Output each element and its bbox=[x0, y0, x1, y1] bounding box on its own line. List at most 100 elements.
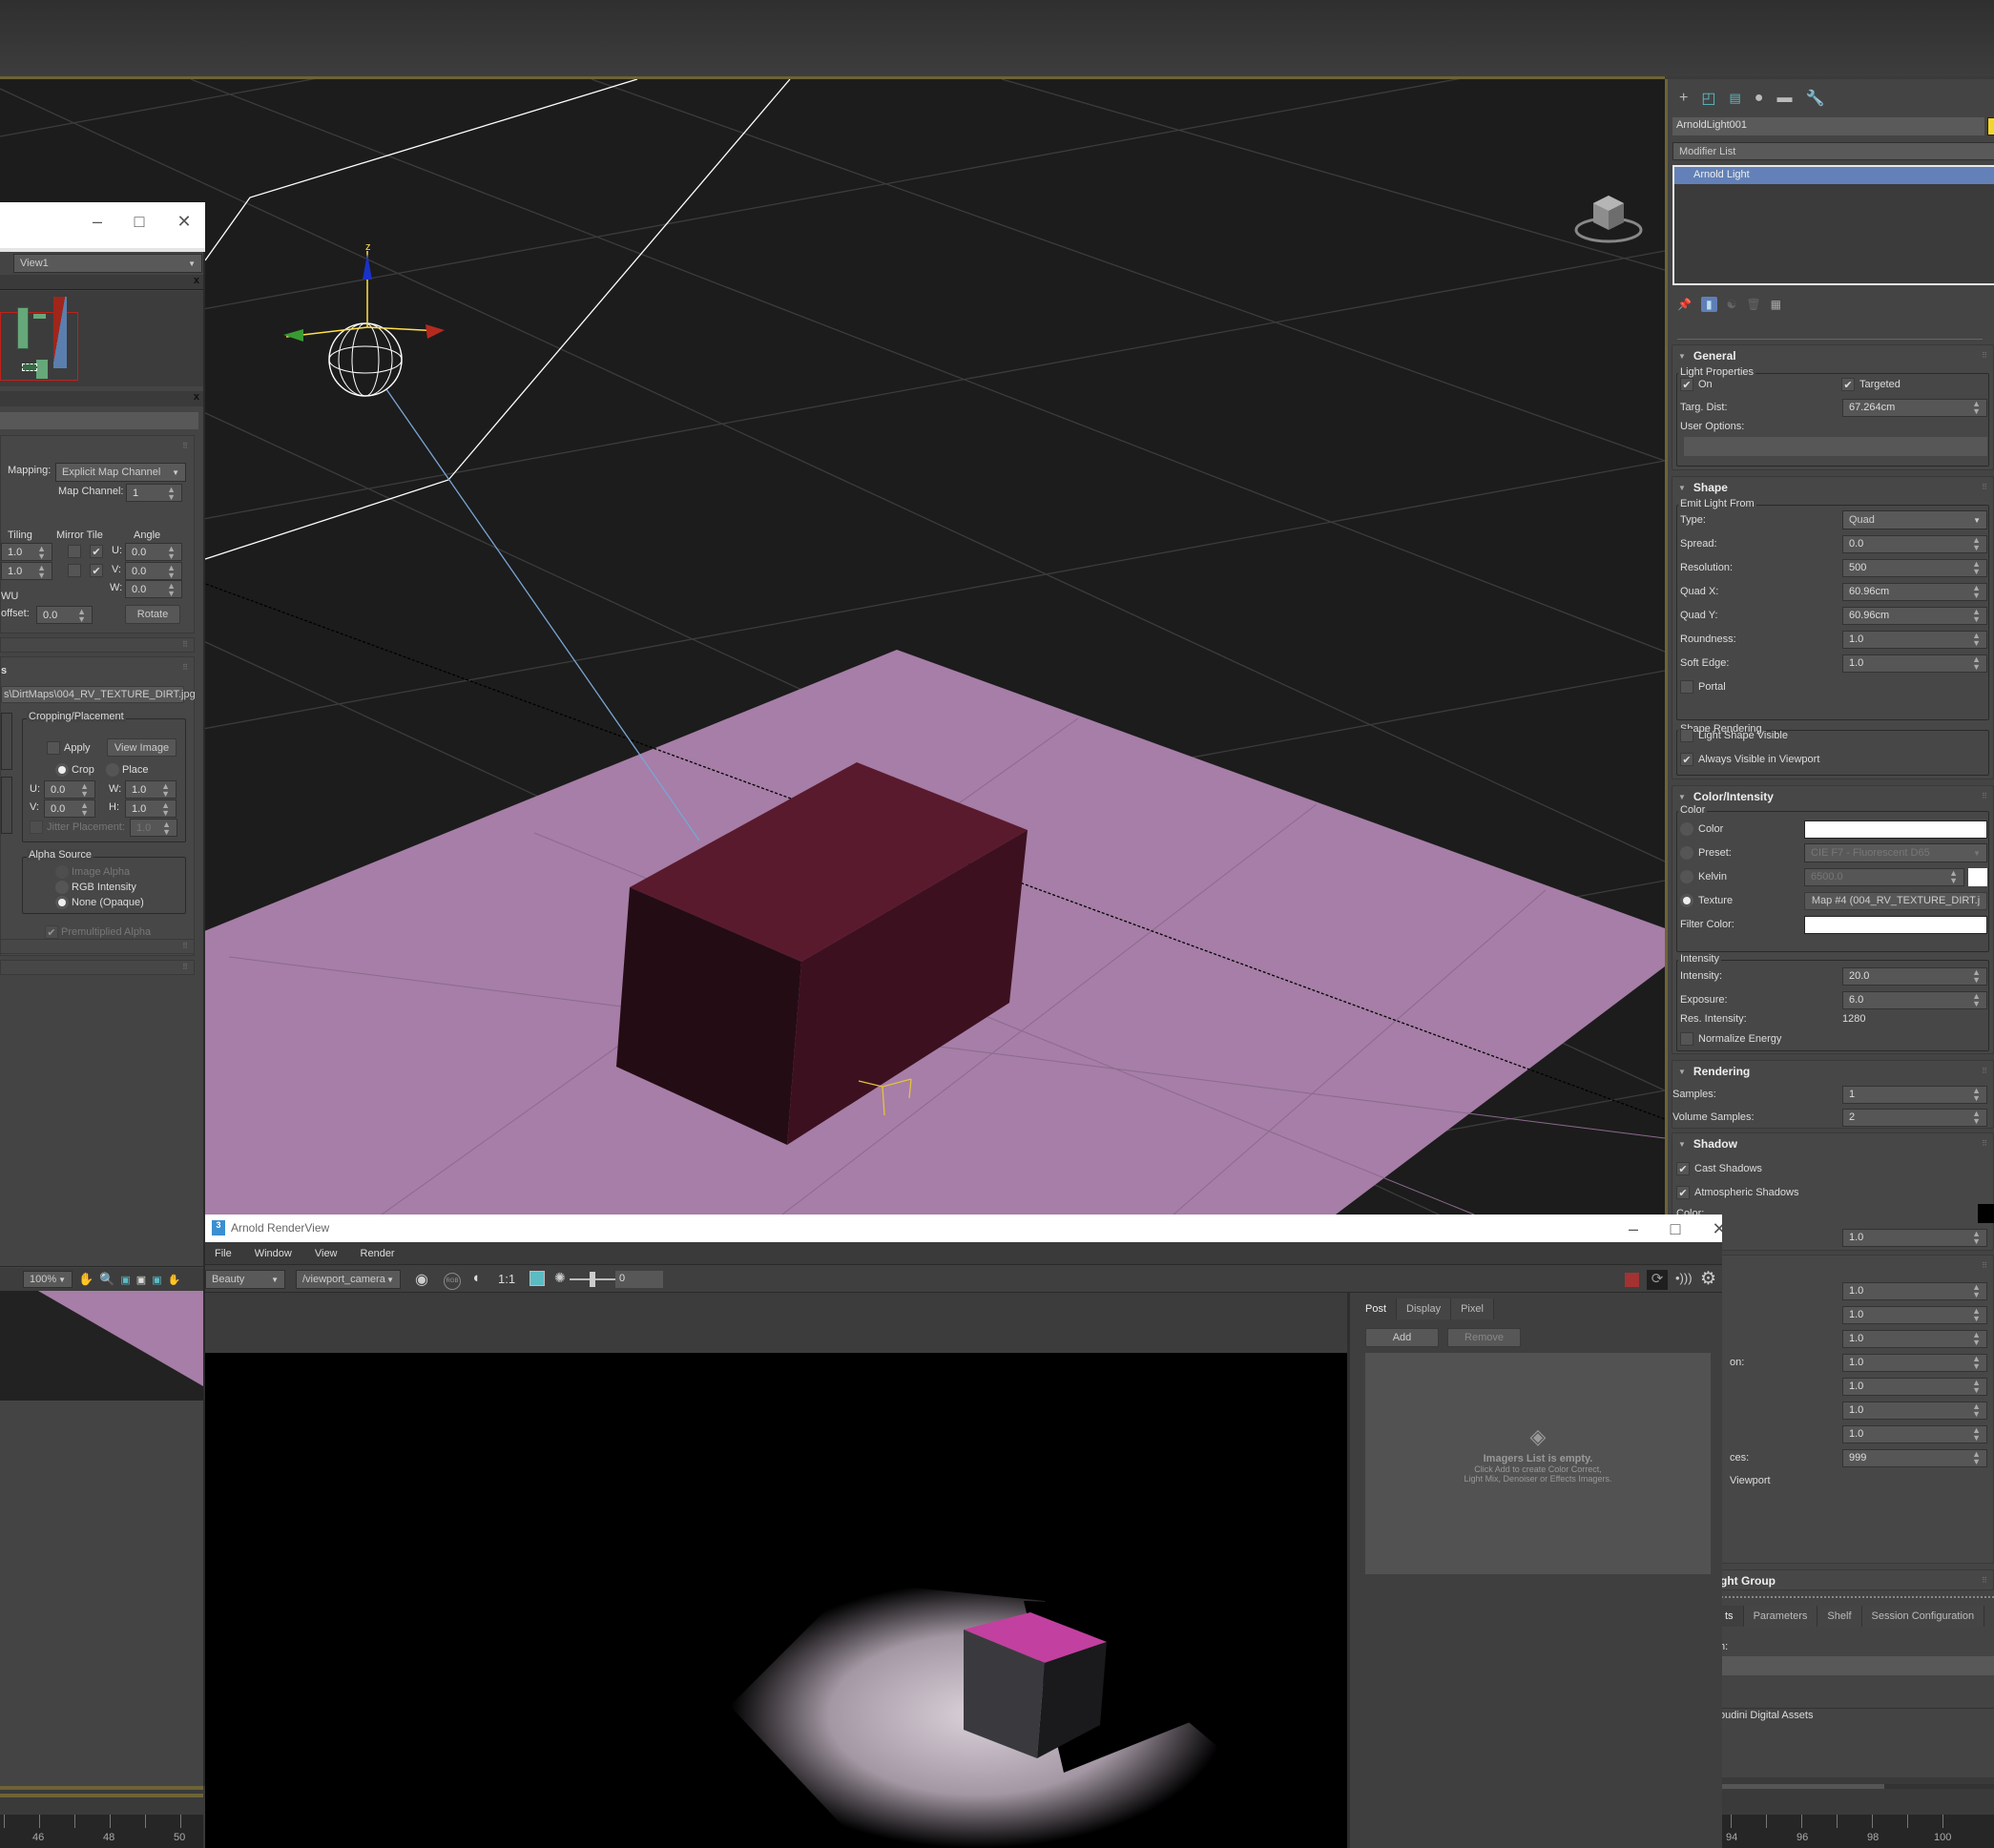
premultiplied-checkbox[interactable]: ✔ bbox=[45, 925, 58, 939]
color-radio[interactable] bbox=[1680, 822, 1693, 836]
add-imager-button[interactable]: Add bbox=[1365, 1328, 1439, 1347]
hierarchy-tab-icon[interactable]: ▤ bbox=[1729, 91, 1740, 106]
crop-v-spinner[interactable]: 0.0 ▲ ▼ bbox=[44, 799, 95, 818]
settings-gear-icon[interactable]: ⚙ bbox=[1700, 1268, 1716, 1290]
contribution-spinner-7[interactable]: 1.0 ▲ ▼ bbox=[1842, 1424, 1987, 1443]
mirror-u-checkbox[interactable] bbox=[68, 545, 81, 558]
menu-file[interactable]: File bbox=[205, 1248, 245, 1259]
resolution-spinner[interactable]: 500 ▲ ▼ bbox=[1842, 558, 1987, 577]
time-rollout[interactable]: ⠿ bbox=[0, 939, 195, 954]
shape-header[interactable]: ▼ Shape bbox=[1672, 477, 1993, 498]
create-tab-icon[interactable]: + bbox=[1679, 90, 1688, 107]
output-rollout[interactable]: ⠿ bbox=[0, 960, 195, 975]
portal-checkbox[interactable] bbox=[1680, 680, 1693, 694]
targeted-checkbox[interactable]: ✔ bbox=[1841, 378, 1855, 391]
roundness-spinner[interactable]: 1.0 ▲ ▼ bbox=[1842, 630, 1987, 649]
angle-v-spinner[interactable]: 0.0 ▲ ▼ bbox=[125, 562, 182, 580]
make-unique-icon[interactable]: ☯ bbox=[1727, 298, 1737, 311]
general-header[interactable]: ▼ General bbox=[1672, 345, 1993, 366]
minimize-button[interactable]: – bbox=[78, 202, 116, 240]
perspective-viewport[interactable]: z bbox=[0, 79, 1665, 1215]
pan-to-selected-icon[interactable]: ✋ bbox=[168, 1274, 181, 1286]
render-image[interactable] bbox=[205, 1353, 1347, 1848]
zoom-region-icon[interactable]: ▣ bbox=[120, 1274, 130, 1286]
utilities-tab-icon[interactable]: 🔧 bbox=[1805, 89, 1824, 108]
contribution-spinner-1[interactable]: 1.0 ▲ ▼ bbox=[1842, 1281, 1987, 1300]
motion-tab-icon[interactable]: ● bbox=[1755, 90, 1764, 107]
timeline-scrollbar[interactable] bbox=[1722, 1784, 1994, 1789]
view-dropdown[interactable]: View1 ▼ bbox=[13, 254, 202, 273]
tile-v-checkbox[interactable]: ✔ bbox=[90, 564, 103, 577]
contribution-spinner-6[interactable]: 1.0 ▲ ▼ bbox=[1842, 1401, 1987, 1420]
menu-view[interactable]: View bbox=[305, 1248, 351, 1259]
pan-icon[interactable]: ✋ bbox=[78, 1272, 93, 1287]
preset-radio[interactable] bbox=[1680, 846, 1693, 860]
stop-render-button[interactable] bbox=[1625, 1273, 1639, 1287]
rendering-header[interactable]: ▼ Rendering bbox=[1672, 1061, 1993, 1082]
color-swatch[interactable] bbox=[1804, 820, 1987, 839]
view-image-button[interactable]: View Image bbox=[107, 738, 177, 757]
remove-imager-button[interactable]: Remove bbox=[1447, 1328, 1521, 1347]
viewcube[interactable] bbox=[1572, 184, 1645, 247]
type-dropdown[interactable]: Quad ▼ bbox=[1842, 510, 1987, 529]
navigator-view[interactable] bbox=[0, 291, 203, 386]
tab-display[interactable]: Display bbox=[1397, 1298, 1452, 1319]
modify-tab-icon[interactable]: ◰ bbox=[1701, 89, 1715, 108]
filter-color-swatch[interactable] bbox=[1804, 915, 1987, 934]
texture-radio[interactable] bbox=[1680, 894, 1693, 907]
close-button[interactable]: ✕ bbox=[165, 202, 203, 240]
targ-dist-spinner[interactable]: 67.264cm ▲ ▼ bbox=[1842, 398, 1987, 417]
exposure-value-field[interactable]: 0 bbox=[615, 1271, 663, 1288]
timeline-left[interactable]: 46 48 50 bbox=[0, 1815, 203, 1848]
place-radio[interactable] bbox=[106, 763, 119, 777]
kelvin-swatch[interactable] bbox=[1968, 867, 1987, 886]
tab-parameters[interactable]: Parameters bbox=[1743, 1606, 1818, 1627]
mapping-dropdown[interactable]: Explicit Map Channel ▼ bbox=[55, 463, 186, 482]
texture-map-button[interactable]: Map #4 (004_RV_TEXTURE_DIRT.j bbox=[1804, 891, 1987, 910]
transform-gizmo[interactable]: z bbox=[283, 241, 445, 342]
tiling-u-spinner[interactable]: 1.0 ▲ ▼ bbox=[1, 543, 52, 561]
name-field[interactable] bbox=[0, 412, 198, 429]
apply-crop-checkbox[interactable] bbox=[47, 741, 60, 755]
zoom-extents-icon[interactable]: ▣ bbox=[136, 1274, 146, 1286]
shadow-density-spinner[interactable]: 1.0 ▲ ▼ bbox=[1842, 1228, 1987, 1247]
preset-dropdown[interactable]: CIE F7 - Fluorescent D65 ▼ bbox=[1804, 843, 1987, 862]
exposure-spinner[interactable]: 6.0 ▲ ▼ bbox=[1842, 990, 1987, 1009]
quad-x-spinner[interactable]: 60.96cm ▲ ▼ bbox=[1842, 582, 1987, 601]
crop-w-spinner[interactable]: 1.0 ▲ ▼ bbox=[125, 780, 177, 799]
slate-view-area[interactable] bbox=[0, 1291, 203, 1401]
camera-dropdown[interactable]: /viewport_camera ▼ bbox=[296, 1270, 401, 1289]
remove-modifier-icon[interactable]: 🗑 bbox=[1746, 298, 1760, 311]
panel-close[interactable]: x bbox=[0, 391, 203, 406]
zoom-extents-selected-icon[interactable]: ▣ bbox=[152, 1274, 161, 1286]
ratio-button[interactable]: 1:1 bbox=[498, 1272, 515, 1286]
show-end-result-icon[interactable]: ▮ bbox=[1700, 297, 1717, 312]
crop-region-icon[interactable] bbox=[530, 1271, 545, 1286]
menu-window[interactable]: Window bbox=[245, 1248, 305, 1259]
timeline-right[interactable]: 94 96 98 100 bbox=[1722, 1815, 1994, 1848]
kelvin-spinner[interactable]: 6500.0 ▲ ▼ bbox=[1804, 867, 1964, 886]
zoom-icon[interactable]: 🔍 bbox=[99, 1272, 114, 1287]
image-alpha-radio[interactable] bbox=[55, 865, 69, 879]
contribution-spinner-5[interactable]: 1.0 ▲ ▼ bbox=[1842, 1377, 1987, 1396]
contribution-spinner-4[interactable]: 1.0 ▲ ▼ bbox=[1842, 1353, 1987, 1372]
max-bounces-spinner[interactable]: 999 ▲ ▼ bbox=[1842, 1448, 1987, 1467]
cast-shadows-checkbox[interactable]: ✔ bbox=[1676, 1162, 1690, 1175]
noise-rollout[interactable]: ⠿ bbox=[0, 637, 195, 653]
pin-stack-icon[interactable]: 📌 bbox=[1677, 298, 1692, 311]
contribution-spinner-3[interactable]: 1.0 ▲ ▼ bbox=[1842, 1329, 1987, 1348]
jitter-spinner[interactable]: 1.0 ▲ ▼ bbox=[130, 819, 177, 837]
houdini-path-field[interactable] bbox=[1715, 1656, 1994, 1675]
tab-shelf[interactable]: Shelf bbox=[1817, 1606, 1862, 1627]
rotate-button[interactable]: Rotate bbox=[125, 605, 180, 624]
shadow-header[interactable]: ▼ Shadow bbox=[1672, 1133, 1993, 1154]
region-render-icon[interactable]: ◉ bbox=[415, 1270, 428, 1289]
user-options-field[interactable] bbox=[1684, 437, 1987, 456]
imagers-list[interactable]: ◈ Imagers List is empty. Click Add to cr… bbox=[1365, 1353, 1711, 1574]
crop-h-spinner[interactable]: 1.0 ▲ ▼ bbox=[125, 799, 177, 818]
none-opaque-radio[interactable] bbox=[55, 896, 69, 909]
maximize-button[interactable]: □ bbox=[120, 202, 158, 240]
samples-spinner[interactable]: 1 ▲ ▼ bbox=[1842, 1085, 1987, 1104]
on-checkbox[interactable]: ✔ bbox=[1680, 378, 1693, 391]
tile-u-checkbox[interactable]: ✔ bbox=[90, 545, 103, 558]
